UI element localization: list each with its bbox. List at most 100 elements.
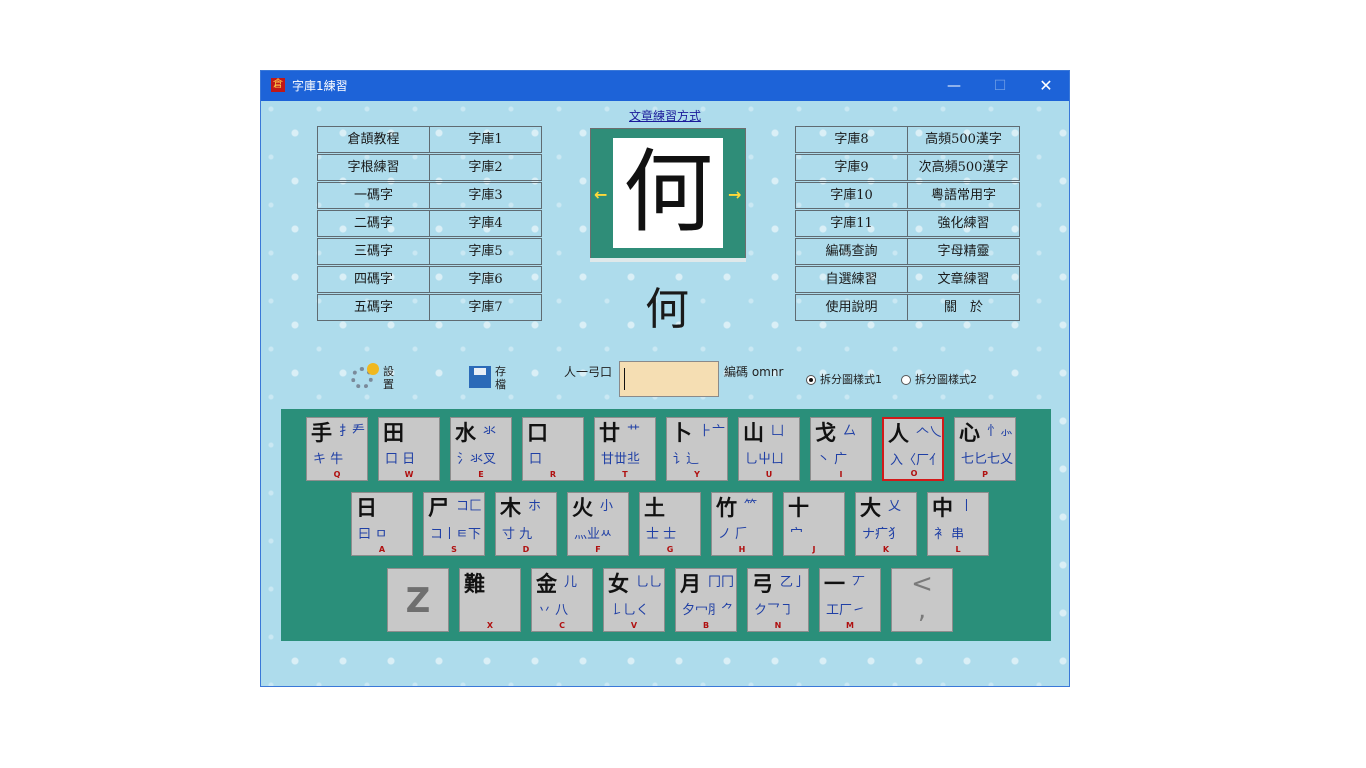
key-letter: D xyxy=(522,545,530,554)
key-z[interactable]: Z xyxy=(387,568,449,632)
key-t[interactable]: 廿艹甘丗丠 T xyxy=(594,417,656,481)
key-parts: 冂冂 xyxy=(708,575,735,590)
right-menu-item-button[interactable]: 字庫11 xyxy=(795,210,908,237)
key-sub: 工厂㇀ xyxy=(826,603,866,618)
article-practice-method-link[interactable]: 文章練習方式 xyxy=(629,107,701,124)
key-parts: ホ xyxy=(528,499,542,514)
prev-arrow-icon[interactable]: ← xyxy=(594,187,610,203)
key-sub: 口 日 xyxy=(385,452,416,467)
key-sub: 丷 八 xyxy=(538,603,569,618)
key-x[interactable]: 難X xyxy=(459,568,521,632)
key-s[interactable]: 尸コ匚 コ丨ㅌ下 S xyxy=(423,492,485,556)
key-r[interactable]: 口 口R xyxy=(522,417,584,481)
key-parts: 乚乚 xyxy=(636,575,663,590)
key-letter: Y xyxy=(694,470,700,479)
left-menu-item-button[interactable]: 字庫3 xyxy=(429,182,542,209)
left-menu-item-button[interactable]: 一碼字 xyxy=(317,182,430,209)
key-f[interactable]: 火小灬业ㅆ F xyxy=(567,492,629,556)
key-p[interactable]: 心忄⺗ 七匕七乂 P xyxy=(954,417,1016,481)
minimize-button[interactable]: — xyxy=(931,71,977,101)
key-sub: 曰 ㅁ xyxy=(358,527,388,542)
left-menu-item-button[interactable]: 倉頡教程 xyxy=(317,126,430,153)
right-menu-item-button[interactable]: 自選練習 xyxy=(795,266,908,293)
key-j[interactable]: 十 宀J xyxy=(783,492,845,556)
radio-style-1[interactable]: 拆分圖樣式1 xyxy=(806,371,882,387)
key-main: 口 xyxy=(527,421,548,445)
key-main: 月 xyxy=(680,572,701,596)
settings-button[interactable]: 設 置 xyxy=(383,365,394,391)
left-menu-item-button[interactable]: 字庫4 xyxy=(429,210,542,237)
key-l[interactable]: 中丨衤 串 L xyxy=(927,492,989,556)
key-g[interactable]: 土士 士 G xyxy=(639,492,701,556)
floppy-icon[interactable] xyxy=(469,366,491,388)
left-menu-item-button[interactable]: 字庫7 xyxy=(429,294,542,321)
left-menu-item-button[interactable]: 四碼字 xyxy=(317,266,430,293)
right-menu-item-button[interactable]: 文章練習 xyxy=(907,266,1020,293)
key-v[interactable]: 女乚乚 𠄌乚く V xyxy=(603,568,665,632)
close-button[interactable]: ✕ xyxy=(1023,71,1069,101)
save-button[interactable]: 存 檔 xyxy=(495,365,506,391)
key-parts: 丨 xyxy=(960,499,974,514)
key-main: 中 xyxy=(932,496,953,520)
key-parts: 𠆢乀 xyxy=(916,425,943,440)
radio-style-2[interactable]: 拆分圖樣式2 xyxy=(901,371,977,387)
right-menu-item-button[interactable]: 使用說明 xyxy=(795,294,908,321)
key-main: 人 xyxy=(888,422,909,446)
key-d[interactable]: 木ホ寸 九 D xyxy=(495,492,557,556)
left-menu-item-button[interactable]: 字庫6 xyxy=(429,266,542,293)
maximize-button[interactable]: ☐ xyxy=(977,71,1023,101)
code-input[interactable] xyxy=(619,361,719,397)
key-e[interactable]: 水氺氵氺叉 E xyxy=(450,417,512,481)
key-main: 手 xyxy=(311,421,332,445)
key-z-label: Z xyxy=(405,581,431,621)
right-menu-item-button[interactable]: 次高頻500漢字 xyxy=(907,154,1020,181)
right-menu-item-button[interactable]: 關 於 xyxy=(907,294,1020,321)
key-i[interactable]: 戈厶丶 广 I xyxy=(810,417,872,481)
save-label-b: 檔 xyxy=(495,378,506,391)
right-menu-item-button[interactable]: 字母精靈 xyxy=(907,238,1020,265)
key-a[interactable]: 日曰 ㅁ A xyxy=(351,492,413,556)
left-menu-item-button[interactable]: 字庫2 xyxy=(429,154,542,181)
key-c[interactable]: 金儿丷 八 C xyxy=(531,568,593,632)
key-letter: C xyxy=(559,621,565,630)
left-menu-item-button[interactable]: 五碼字 xyxy=(317,294,430,321)
key-k[interactable]: 大乂ナ疒犭 K xyxy=(855,492,917,556)
key-parts: 乙亅 xyxy=(780,575,807,590)
key-letter: O xyxy=(910,469,918,478)
key-main: 金 xyxy=(536,572,557,596)
right-menu-item-button[interactable]: 字庫8 xyxy=(795,126,908,153)
key-m[interactable]: 一丆工厂㇀ M xyxy=(819,568,881,632)
key-parts: 丆 xyxy=(852,575,866,590)
key-b[interactable]: 月冂冂 夕冖⺼⺈ B xyxy=(675,568,737,632)
right-menu-item-button[interactable]: 編碼查詢 xyxy=(795,238,908,265)
key-n[interactable]: 弓乙亅 ク乛㇆ N xyxy=(747,568,809,632)
right-menu-item-button[interactable]: 粵語常用字 xyxy=(907,182,1020,209)
right-menu-item-button[interactable]: 強化練習 xyxy=(907,210,1020,237)
next-arrow-icon[interactable]: → xyxy=(728,187,744,203)
key-sub: 灬业ㅆ xyxy=(574,527,612,542)
right-menu-item-button[interactable]: 字庫9 xyxy=(795,154,908,181)
left-menu-item-button[interactable]: 字庫5 xyxy=(429,238,542,265)
key-comma[interactable]: <, xyxy=(891,568,953,632)
key-w[interactable]: 田口 日 W xyxy=(378,417,440,481)
key-letter: P xyxy=(982,470,988,479)
left-menu-item-button[interactable]: 三碼字 xyxy=(317,238,430,265)
key-letter: I xyxy=(839,470,843,479)
key-y[interactable]: 卜⺊亠 讠辶 Y xyxy=(666,417,728,481)
key-o[interactable]: 人 𠆢乀入〈厂亻 O xyxy=(882,417,944,481)
title-bar: 倉 字庫1練習 — ☐ ✕ xyxy=(261,71,1069,101)
left-menu-item-button[interactable]: 字根練習 xyxy=(317,154,430,181)
left-menu-item-button[interactable]: 字庫1 xyxy=(429,126,542,153)
right-menu-item-button[interactable]: 高頻500漢字 xyxy=(907,126,1020,153)
key-main: 田 xyxy=(383,421,404,445)
key-sub: 夕冖⺼⺈ xyxy=(682,603,735,618)
left-menu-item-button[interactable]: 二碼字 xyxy=(317,210,430,237)
key-letter: N xyxy=(774,621,782,630)
key-h[interactable]: 竹⺮ノ 𠂆 H xyxy=(711,492,773,556)
key-letter: V xyxy=(630,621,638,630)
key-sub: 氵氺叉 xyxy=(457,452,497,467)
right-menu-item-button[interactable]: 字庫10 xyxy=(795,182,908,209)
key-q[interactable]: 手扌龵キ 牛 Q xyxy=(306,417,368,481)
key-u[interactable]: 山凵乚屮ㄩ U xyxy=(738,417,800,481)
key-sub: 入〈厂亻 xyxy=(890,453,943,468)
